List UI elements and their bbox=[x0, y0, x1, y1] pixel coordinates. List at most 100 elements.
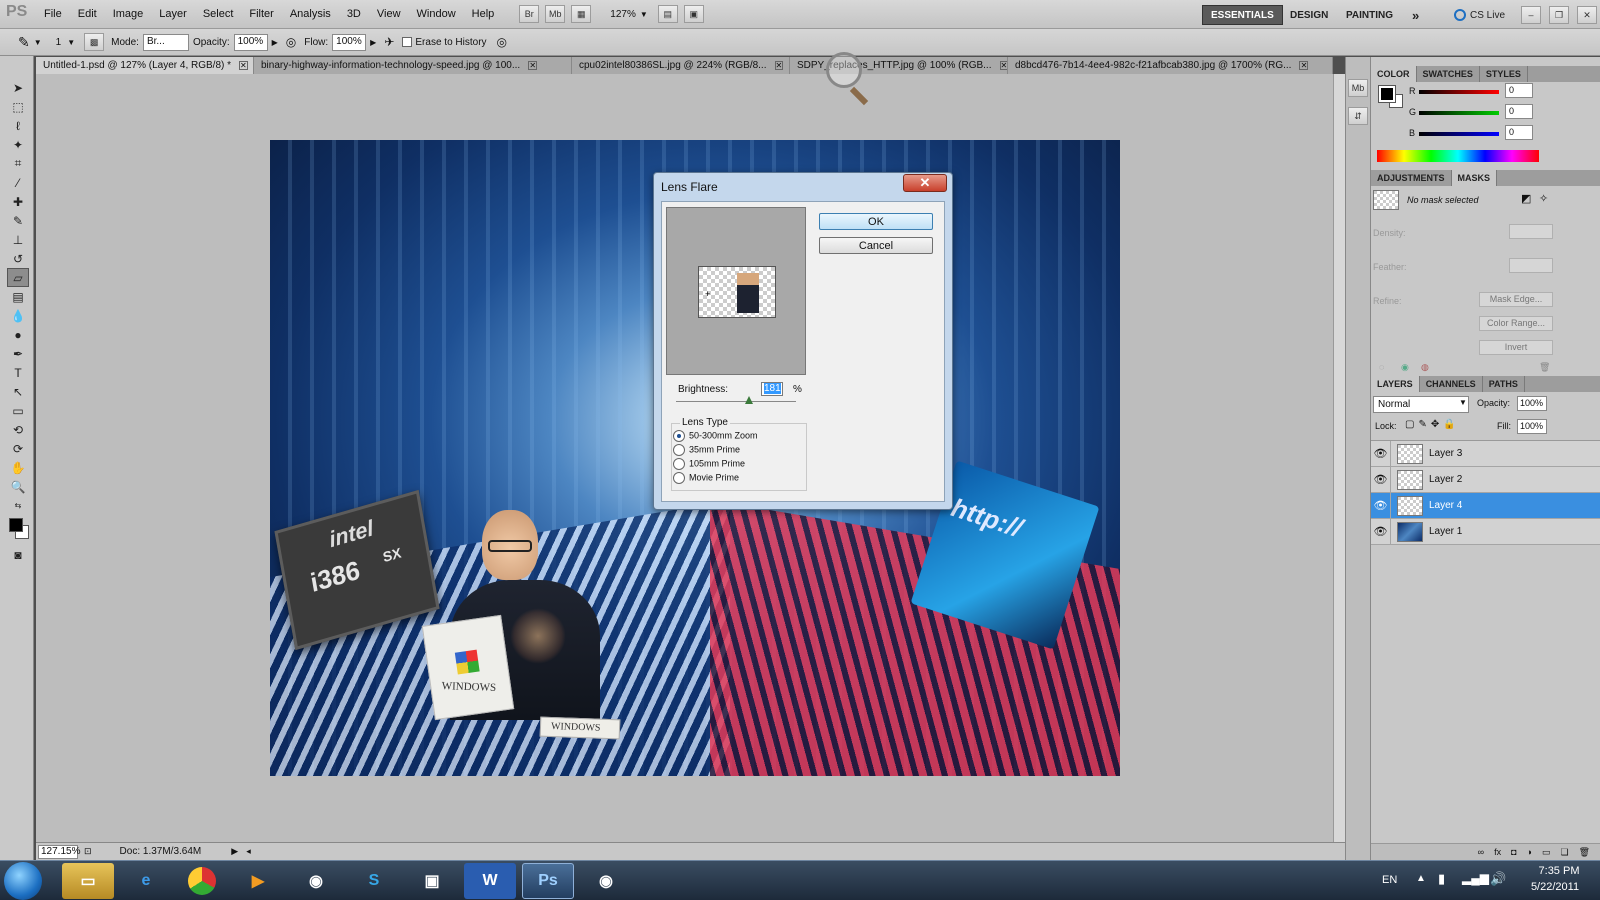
history-brush-tool-icon[interactable]: ↺ bbox=[7, 249, 29, 268]
density-input[interactable] bbox=[1509, 224, 1553, 239]
volume-icon[interactable]: 🔊 bbox=[1490, 871, 1506, 887]
explorer-taskbar-icon[interactable]: ▭ bbox=[62, 863, 114, 899]
start-button[interactable] bbox=[4, 862, 42, 900]
tab-binary-highway[interactable]: binary-highway-information-technology-sp… bbox=[254, 57, 572, 74]
blend-chevron-down-icon[interactable]: ▼ bbox=[1459, 398, 1467, 407]
history-panel-icon[interactable]: ⇵ bbox=[1348, 107, 1368, 125]
chrome-taskbar-icon[interactable] bbox=[176, 863, 228, 899]
r-input[interactable]: 0 bbox=[1505, 83, 1533, 98]
minimize-icon[interactable]: – bbox=[1521, 6, 1541, 24]
menu-window[interactable]: Window bbox=[409, 8, 464, 20]
g-input[interactable]: 0 bbox=[1505, 104, 1533, 119]
menu-image[interactable]: Image bbox=[105, 8, 152, 20]
workspace-painting[interactable]: PAINTING bbox=[1338, 5, 1401, 25]
ok-button[interactable]: OK bbox=[819, 213, 933, 230]
view-extras-icon[interactable]: ▦ bbox=[571, 5, 592, 23]
tab-layers[interactable]: LAYERS bbox=[1371, 376, 1420, 392]
layer-row-4[interactable]: 👁 Layer 4 bbox=[1371, 492, 1600, 519]
color-ramp[interactable] bbox=[1377, 150, 1539, 162]
layer-row-3[interactable]: 👁 Layer 3 bbox=[1371, 440, 1600, 467]
shape-tool-icon[interactable]: ▭ bbox=[7, 401, 29, 420]
disable-mask-icon[interactable]: ◍ bbox=[1421, 362, 1429, 373]
foreground-color-swatch[interactable] bbox=[9, 518, 23, 532]
quick-mask-icon[interactable]: ◙ bbox=[7, 545, 29, 564]
workspace-essentials[interactable]: ESSENTIALS bbox=[1202, 5, 1283, 25]
menu-file[interactable]: File bbox=[36, 8, 70, 20]
tool-preset-chevron-icon[interactable]: ▼ bbox=[34, 38, 42, 47]
skype-taskbar-icon[interactable]: S bbox=[348, 863, 400, 899]
zoom-field[interactable]: 127.15% bbox=[38, 844, 80, 859]
eraser-tool-icon[interactable]: ✎ bbox=[18, 34, 30, 51]
network-signal-icon[interactable]: ▂▄▆ bbox=[1462, 871, 1489, 885]
view-mask-icon[interactable]: ◉ bbox=[1401, 362, 1409, 373]
pen-tool-icon[interactable]: ✒ bbox=[7, 344, 29, 363]
pressure-size-icon[interactable]: ◎ bbox=[497, 35, 507, 49]
visibility-eye-icon[interactable]: 👁 bbox=[1371, 518, 1391, 545]
visibility-eye-icon[interactable]: 👁 bbox=[1371, 492, 1391, 519]
layer-opacity-input[interactable]: 100% bbox=[1517, 396, 1547, 411]
3d-rotate-tool-icon[interactable]: ⟲ bbox=[7, 420, 29, 439]
remote-desktop-taskbar-icon[interactable]: ▣ bbox=[406, 863, 458, 899]
b-input[interactable]: 0 bbox=[1505, 125, 1533, 140]
vector-mask-icon[interactable]: ✧ bbox=[1539, 192, 1548, 205]
word-taskbar-icon[interactable]: W bbox=[464, 863, 516, 899]
quick-select-tool-icon[interactable]: ✦ bbox=[7, 135, 29, 154]
erase-to-history-checkbox[interactable] bbox=[402, 37, 413, 47]
visibility-eye-icon[interactable]: 👁 bbox=[1371, 440, 1391, 467]
g-slider[interactable] bbox=[1419, 111, 1499, 115]
camera-app-2-taskbar-icon[interactable]: ◉ bbox=[580, 863, 632, 899]
tab-close-icon[interactable]: ✕ bbox=[1299, 61, 1309, 70]
tab-adjustments[interactable]: ADJUSTMENTS bbox=[1371, 170, 1452, 186]
mode-select[interactable]: Br... bbox=[142, 33, 189, 51]
load-selection-icon[interactable]: ◌ bbox=[1379, 362, 1384, 372]
eraser-tool-icon[interactable]: ▱ bbox=[7, 268, 29, 287]
dialog-close-button[interactable]: ✕ bbox=[903, 174, 947, 192]
move-tool-icon[interactable]: ➤ bbox=[7, 78, 29, 97]
airbrush-icon[interactable]: ✈ bbox=[384, 35, 394, 49]
close-icon[interactable]: ✕ bbox=[1577, 6, 1597, 24]
menu-view[interactable]: View bbox=[369, 8, 409, 20]
device-tray-icon[interactable]: ▮ bbox=[1438, 871, 1445, 887]
color-panel-fg-swatch[interactable] bbox=[1378, 85, 1396, 103]
pressure-opacity-icon[interactable]: ◎ bbox=[286, 35, 296, 49]
zoom-tool-icon[interactable]: 🔍 bbox=[7, 477, 29, 496]
more-workspaces-icon[interactable]: » bbox=[1404, 5, 1427, 25]
tab-swatches[interactable]: SWATCHES bbox=[1417, 66, 1480, 82]
tab-masks[interactable]: MASKS bbox=[1451, 170, 1498, 186]
tab-close-icon[interactable]: ✕ bbox=[774, 61, 784, 70]
layer-row-1[interactable]: 👁 Layer 1 bbox=[1371, 518, 1600, 545]
zoom-level-dropdown[interactable]: 127% bbox=[610, 9, 636, 20]
layer-row-2[interactable]: 👁 Layer 2 bbox=[1371, 466, 1600, 493]
tab-close-icon[interactable]: ✕ bbox=[528, 61, 538, 70]
menu-analysis[interactable]: Analysis bbox=[282, 8, 339, 20]
tab-cpu02intel[interactable]: cpu02intel80386SL.jpg @ 224% (RGB/8... ✕ bbox=[572, 57, 790, 74]
brightness-slider-track[interactable] bbox=[676, 401, 796, 402]
brightness-input[interactable]: 181 bbox=[761, 382, 783, 396]
menu-help[interactable]: Help bbox=[464, 8, 503, 20]
tab-color[interactable]: COLOR bbox=[1371, 66, 1417, 82]
healing-brush-tool-icon[interactable]: ✚ bbox=[7, 192, 29, 211]
tab-channels[interactable]: CHANNELS bbox=[1420, 376, 1483, 392]
invert-button[interactable]: Invert bbox=[1479, 340, 1553, 355]
brightness-slider-thumb[interactable] bbox=[745, 396, 753, 404]
feather-input[interactable] bbox=[1509, 258, 1553, 273]
pixel-mask-icon[interactable]: ◩ bbox=[1521, 192, 1531, 205]
brush-panel-icon[interactable]: ▩ bbox=[84, 33, 105, 51]
crop-tool-icon[interactable]: ⌗ bbox=[7, 154, 29, 173]
canvas-vertical-scrollbar[interactable] bbox=[1333, 74, 1345, 842]
add-mask-icon[interactable]: ◘ bbox=[1511, 847, 1516, 857]
tab-styles[interactable]: STYLES bbox=[1480, 66, 1528, 82]
opacity-arrow-icon[interactable]: ▶ bbox=[272, 38, 278, 47]
tab-untitled-1[interactable]: Untitled-1.psd @ 127% (Layer 4, RGB/8) *… bbox=[36, 57, 254, 74]
status-arrow-icon[interactable]: ▶ bbox=[231, 846, 238, 857]
tab-paths[interactable]: PATHS bbox=[1483, 376, 1525, 392]
screen-mode-icon[interactable]: ▣ bbox=[683, 5, 704, 23]
marquee-tool-icon[interactable]: ⬚ bbox=[7, 97, 29, 116]
hand-tool-icon[interactable]: ✋ bbox=[7, 458, 29, 477]
menu-select[interactable]: Select bbox=[195, 8, 242, 20]
workspace-design[interactable]: DESIGN bbox=[1282, 5, 1336, 25]
radio-movie-prime[interactable] bbox=[673, 472, 685, 484]
arrange-documents-icon[interactable]: ▤ bbox=[657, 5, 678, 23]
adjustment-layer-icon[interactable]: ◑ bbox=[1527, 847, 1532, 857]
menu-layer[interactable]: Layer bbox=[151, 8, 195, 20]
